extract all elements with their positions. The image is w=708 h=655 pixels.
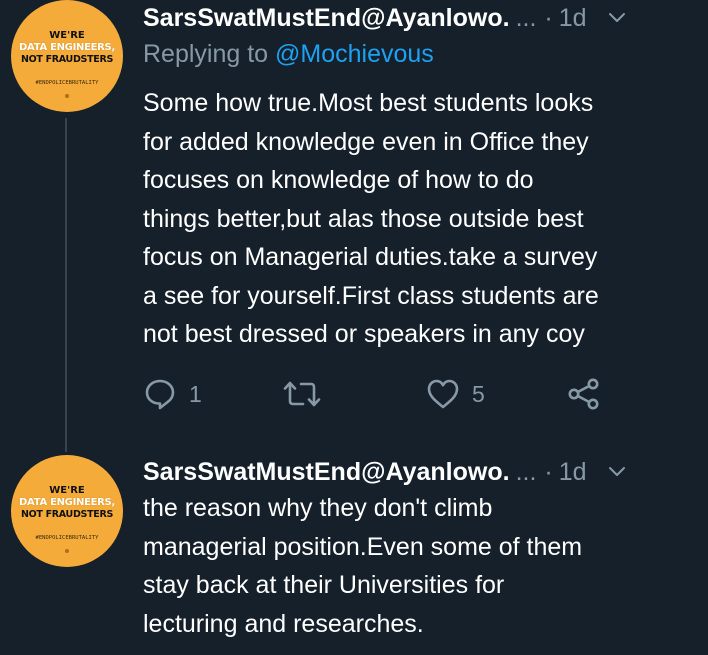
tweet-timestamp[interactable]: 1d bbox=[559, 458, 587, 487]
tweet-text-line: not best dressed or speakers in any coy bbox=[143, 320, 585, 348]
reply-count: 1 bbox=[189, 380, 202, 407]
tweet-text-line: the reason why they don't climb bbox=[143, 494, 493, 522]
avatar[interactable]: WE'RE DATA ENGINEERS, NOT FRAUDSTERS #EN… bbox=[11, 455, 123, 567]
like-button[interactable]: 5 bbox=[426, 376, 485, 412]
thread-connector-line bbox=[65, 118, 67, 452]
tweet-text-line: focuses on knowledge of how to do bbox=[143, 166, 534, 194]
tweet-text-line: focus on Managerial duties.take a survey bbox=[143, 243, 598, 271]
share-icon bbox=[568, 378, 599, 410]
separator-dot: · bbox=[544, 3, 553, 32]
name-ellipsis: ... bbox=[515, 457, 537, 486]
avatar-logo-mark bbox=[65, 549, 69, 553]
share-button[interactable] bbox=[567, 376, 601, 412]
tweet-actions: 1 5 bbox=[143, 376, 613, 412]
tweet-text: the reason why they don't climb manageri… bbox=[143, 489, 698, 643]
reply-button[interactable]: 1 bbox=[143, 376, 202, 412]
tweet[interactable]: WE'RE DATA ENGINEERS, NOT FRAUDSTERS #EN… bbox=[0, 0, 708, 452]
author-name[interactable]: SarsSwatMustEnd@Ayanlowo. bbox=[143, 4, 510, 33]
retweet-icon bbox=[283, 381, 321, 407]
replying-to-handle[interactable]: @Mochievous bbox=[275, 40, 434, 68]
chevron-down-icon[interactable] bbox=[607, 8, 627, 28]
tweet-text-line: things better,but alas those outside bes… bbox=[143, 204, 584, 233]
replying-to-label: Replying to bbox=[143, 40, 276, 68]
avatar-hashtag: #ENDPOLICEBRUTALITY bbox=[35, 535, 99, 541]
tweet-header: SarsSwatMustEnd@Ayanlowo. ... · 1d bbox=[143, 454, 688, 490]
avatar-text-line3: NOT FRAUDSTERS bbox=[20, 509, 114, 520]
tweet-timestamp[interactable]: 1d bbox=[559, 4, 587, 33]
heart-icon bbox=[427, 379, 459, 409]
tweet-text-line: lecturing and researches. bbox=[143, 609, 424, 638]
retweet-button[interactable] bbox=[283, 376, 333, 412]
avatar-hashtag: #ENDPOLICEBRUTALITY bbox=[35, 80, 99, 86]
like-count: 5 bbox=[472, 380, 485, 407]
tweet-text: Some how true.Most best students looks f… bbox=[143, 84, 698, 354]
separator-dot: · bbox=[544, 457, 553, 486]
avatar-text-line1: WE'RE bbox=[49, 485, 85, 496]
avatar[interactable]: WE'RE DATA ENGINEERS, NOT FRAUDSTERS #EN… bbox=[11, 0, 123, 112]
tweet[interactable]: WE'RE DATA ENGINEERS, NOT FRAUDSTERS #EN… bbox=[0, 452, 708, 655]
avatar-text-line3: NOT FRAUDSTERS bbox=[20, 54, 114, 65]
avatar-text-line2: DATA ENGINEERS, bbox=[19, 42, 115, 53]
name-ellipsis: ... bbox=[515, 3, 537, 32]
replying-to: Replying to @Mochievous bbox=[143, 40, 434, 69]
tweet-text-line: for added knowledge even in Office they bbox=[143, 127, 589, 156]
tweet-text-line: a see for yourself.First class students … bbox=[143, 281, 599, 310]
avatar-text-line2: DATA ENGINEERS, bbox=[19, 497, 115, 508]
chevron-down-icon[interactable] bbox=[607, 462, 627, 482]
reply-icon bbox=[145, 379, 175, 410]
tweet-text-line: Some how true.Most best students looks bbox=[143, 89, 594, 117]
tweet-text-line: managerial position.Even some of them bbox=[143, 532, 583, 561]
avatar-text-line1: WE'RE bbox=[49, 30, 85, 41]
tweet-header: SarsSwatMustEnd@Ayanlowo. ... · 1d bbox=[143, 0, 688, 36]
tweet-text-line: stay back at their Universities for bbox=[143, 571, 505, 599]
avatar-logo-mark bbox=[65, 94, 69, 98]
author-name[interactable]: SarsSwatMustEnd@Ayanlowo. bbox=[143, 458, 510, 487]
